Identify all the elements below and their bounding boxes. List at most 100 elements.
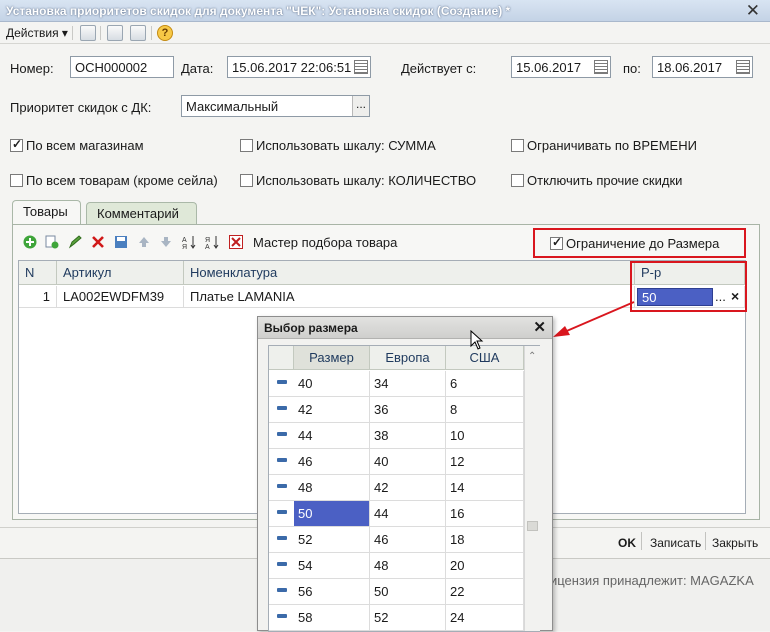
size-table-row[interactable]: 44 38 10 <box>269 423 524 449</box>
size-cell[interactable]: 44 <box>294 423 370 448</box>
checkbox-box[interactable] <box>511 174 524 187</box>
ok-button[interactable]: OK <box>618 536 636 550</box>
europe-cell[interactable]: 36 <box>370 397 446 422</box>
popup-scrollbar[interactable]: ⌃ <box>524 346 540 631</box>
checkbox-all-goods[interactable]: По всем товарам (кроме сейла) <box>10 173 218 188</box>
size-cell[interactable]: 40 <box>294 371 370 396</box>
size-cell[interactable]: 48 <box>294 475 370 500</box>
column-header-name[interactable]: Номенклатура <box>184 261 635 285</box>
size-table-row[interactable]: 52 46 18 <box>269 527 524 553</box>
checkbox-scale-sum[interactable]: Использовать шкалу: СУММА <box>240 138 436 153</box>
column-header-size[interactable]: Размер <box>294 346 370 370</box>
column-header-europe[interactable]: Европа <box>370 346 446 370</box>
europe-cell[interactable]: 44 <box>370 501 446 526</box>
post-icon[interactable] <box>114 235 128 249</box>
checkbox-box[interactable] <box>511 139 524 152</box>
size-cell[interactable]: 58 <box>294 605 370 630</box>
checkbox-box[interactable] <box>240 139 253 152</box>
tab-goods[interactable]: Товары <box>12 200 81 225</box>
valid-to-field[interactable]: 18.06.2017 <box>652 56 753 78</box>
size-cell[interactable]: 42 <box>294 397 370 422</box>
column-header-usa[interactable]: США <box>446 346 524 370</box>
size-table-row[interactable]: 48 42 14 <box>269 475 524 501</box>
europe-cell[interactable]: 52 <box>370 605 446 630</box>
size-table-row[interactable]: 40 34 6 <box>269 371 524 397</box>
size-table-row[interactable]: 54 48 20 <box>269 553 524 579</box>
sort-asc-icon[interactable]: AЯ <box>182 235 196 249</box>
usa-cell[interactable]: 20 <box>446 553 524 578</box>
popup-close-icon[interactable]: ✕ <box>533 318 546 336</box>
checkbox-disable-other[interactable]: Отключить прочие скидки <box>511 173 682 188</box>
refresh-icon[interactable] <box>130 25 146 41</box>
scroll-up-icon[interactable]: ⌃ <box>528 351 536 362</box>
size-table-row[interactable]: 56 50 22 <box>269 579 524 605</box>
sort-desc-icon[interactable]: ЯA <box>205 235 219 249</box>
row-marker-icon <box>277 406 287 410</box>
europe-cell[interactable]: 42 <box>370 475 446 500</box>
usa-cell[interactable]: 16 <box>446 501 524 526</box>
size-cell[interactable]: 50 <box>294 501 370 526</box>
close-button[interactable]: Закрыть <box>712 536 758 550</box>
usa-cell[interactable]: 8 <box>446 397 524 422</box>
usa-cell[interactable]: 24 <box>446 605 524 630</box>
copy-row-icon[interactable] <box>45 235 59 249</box>
column-header-article[interactable]: Артикул <box>57 261 184 285</box>
column-header-n[interactable]: N <box>19 261 57 285</box>
copy-icon[interactable] <box>80 25 96 41</box>
move-up-icon[interactable] <box>137 235 151 249</box>
usa-cell[interactable]: 10 <box>446 423 524 448</box>
actions-menu[interactable]: Действия ▾ <box>6 26 68 40</box>
add-icon[interactable] <box>23 235 37 249</box>
edit-icon[interactable] <box>68 235 82 249</box>
form-icon[interactable] <box>107 25 123 41</box>
select-button[interactable]: ... <box>352 96 369 116</box>
checkbox-all-stores[interactable]: По всем магазинам <box>10 137 144 153</box>
clear-table-icon[interactable] <box>229 235 243 249</box>
checkbox-box[interactable] <box>10 137 23 152</box>
size-table-row[interactable]: 46 40 12 <box>269 449 524 475</box>
checkbox-box[interactable] <box>240 174 253 187</box>
usa-cell[interactable]: 22 <box>446 579 524 604</box>
calendar-icon[interactable] <box>736 60 750 74</box>
calendar-icon[interactable] <box>354 60 368 74</box>
date-field[interactable]: 15.06.2017 22:06:51 <box>227 56 371 78</box>
toolbar-separator <box>151 26 152 40</box>
window-titlebar: Установка приоритетов скидок для докумен… <box>0 0 770 22</box>
close-icon[interactable]: ✕ <box>746 1 760 21</box>
usa-cell[interactable]: 18 <box>446 527 524 552</box>
number-field[interactable]: ОСН000002 <box>70 56 174 78</box>
wizard-button[interactable]: Мастер подбора товара <box>253 235 397 250</box>
delete-icon[interactable] <box>91 235 105 249</box>
europe-cell[interactable]: 40 <box>370 449 446 474</box>
usa-cell[interactable]: 14 <box>446 475 524 500</box>
scroll-thumb[interactable] <box>527 521 538 531</box>
size-cell[interactable]: 54 <box>294 553 370 578</box>
size-table-row[interactable]: 42 36 8 <box>269 397 524 423</box>
europe-cell[interactable]: 46 <box>370 527 446 552</box>
checkbox-limit-time[interactable]: Ограничивать по ВРЕМЕНИ <box>511 138 697 153</box>
size-cell[interactable]: 52 <box>294 527 370 552</box>
checkbox-scale-quantity[interactable]: Использовать шкалу: КОЛИЧЕСТВО <box>240 173 476 188</box>
help-icon[interactable]: ? <box>157 25 173 41</box>
checkbox-box[interactable] <box>550 235 563 250</box>
checkbox-size-limit[interactable]: Ограничение до Размера <box>550 235 719 251</box>
europe-cell[interactable]: 50 <box>370 579 446 604</box>
move-down-icon[interactable] <box>159 235 173 249</box>
calendar-icon[interactable] <box>594 60 608 74</box>
europe-cell[interactable]: 48 <box>370 553 446 578</box>
usa-cell[interactable]: 12 <box>446 449 524 474</box>
save-button[interactable]: Записать <box>650 536 701 550</box>
size-table-row[interactable]: 58 52 24 <box>269 605 524 631</box>
size-table-row[interactable]: 50 44 16 <box>269 501 524 527</box>
usa-cell[interactable]: 6 <box>446 371 524 396</box>
priority-field[interactable]: Максимальный ... <box>181 95 370 117</box>
europe-cell[interactable]: 34 <box>370 371 446 396</box>
size-cell[interactable]: 46 <box>294 449 370 474</box>
europe-cell[interactable]: 38 <box>370 423 446 448</box>
cell-article[interactable]: LA002EWDFM39 <box>57 286 184 308</box>
size-cell[interactable]: 56 <box>294 579 370 604</box>
valid-from-field[interactable]: 15.06.2017 <box>511 56 611 78</box>
tab-comment[interactable]: Комментарий <box>86 202 197 224</box>
checkbox-box[interactable] <box>10 174 23 187</box>
cell-n[interactable]: 1 <box>19 286 57 308</box>
